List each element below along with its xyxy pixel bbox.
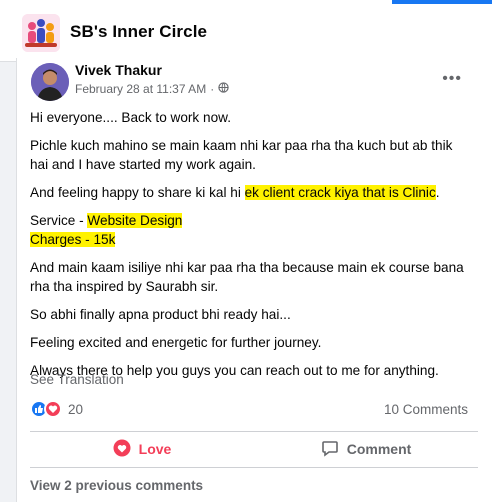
love-button-label: Love: [138, 441, 172, 457]
avatar[interactable]: [31, 63, 69, 101]
post-paragraph: And feeling happy to share ki kal hi ek …: [30, 185, 440, 200]
post-paragraph: So abhi finally apna product bhi ready h…: [30, 307, 291, 322]
group-header: SB's Inner Circle: [0, 0, 492, 62]
group-cover-thumbnail[interactable]: [22, 14, 60, 52]
love-button[interactable]: Love: [30, 434, 254, 464]
see-translation-link[interactable]: See Translation: [30, 372, 124, 387]
highlighted-text: Charges - 15k: [30, 232, 116, 247]
globe-icon: [218, 82, 229, 96]
post-timestamp[interactable]: February 28 at 11:37 AM: [75, 82, 206, 96]
divider: [30, 467, 478, 468]
view-previous-comments-link[interactable]: View 2 previous comments: [30, 478, 203, 493]
comment-button[interactable]: Comment: [254, 434, 478, 464]
post-paragraph: And main kaam isiliye nhi kar paa rha th…: [30, 260, 464, 294]
header-accent-bar: [392, 0, 492, 4]
post-author[interactable]: Vivek Thakur: [75, 62, 162, 78]
post-body: Hi everyone.... Back to work now. Pichle…: [30, 108, 470, 389]
post-card: Vivek Thakur February 28 at 11:37 AM · •…: [16, 58, 492, 502]
post-actions: Love Comment: [30, 434, 478, 464]
group-name[interactable]: SB's Inner Circle: [70, 22, 207, 42]
post-paragraph: Hi everyone.... Back to work now.: [30, 110, 231, 125]
love-reaction-icon: [44, 400, 62, 418]
post-paragraph: Charges - 15k: [30, 230, 470, 249]
highlighted-text: Website Design: [87, 213, 183, 228]
comment-button-label: Comment: [346, 441, 412, 457]
reaction-count: 20: [68, 401, 84, 417]
reactions-summary[interactable]: 20: [30, 400, 83, 418]
more-options-icon[interactable]: •••: [442, 70, 462, 88]
highlighted-text: ek client crack kiya that is Clinic: [244, 185, 436, 200]
post-paragraph: Service - Website Design: [30, 213, 183, 228]
post-meta: February 28 at 11:37 AM ·: [75, 82, 229, 96]
love-icon: [113, 439, 131, 460]
post-paragraph: Pichle kuch mahino se main kaam nhi kar …: [30, 138, 453, 172]
comment-icon: [321, 439, 339, 460]
post-paragraph: Feeling excited and energetic for furthe…: [30, 335, 322, 350]
divider: [30, 431, 478, 432]
comment-count-link[interactable]: 10 Comments: [384, 402, 468, 417]
